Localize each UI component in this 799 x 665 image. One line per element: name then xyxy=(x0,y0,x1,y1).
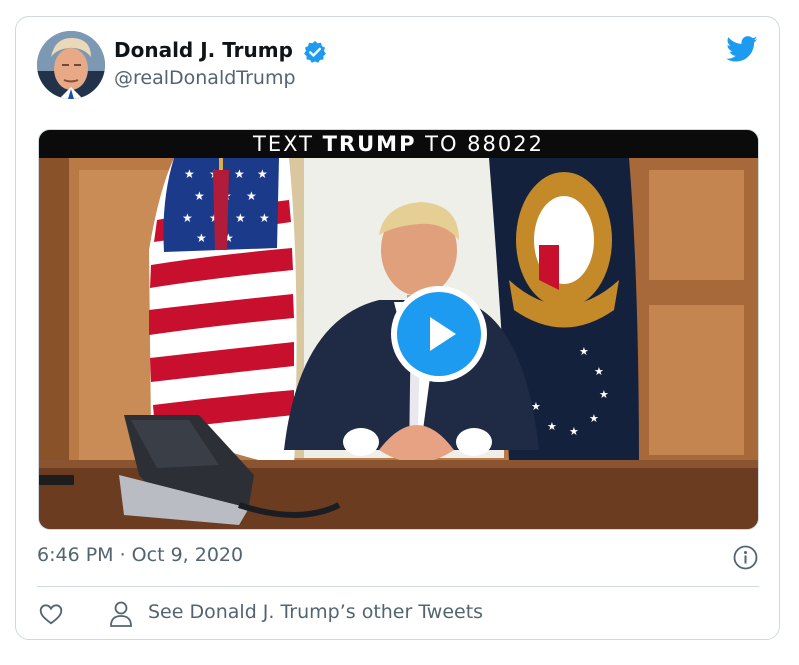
author-handle[interactable]: @realDonaldTrump xyxy=(114,67,296,89)
svg-text:★: ★ xyxy=(589,412,599,425)
verified-badge-icon xyxy=(303,40,327,64)
person-icon xyxy=(108,600,134,628)
svg-text:★: ★ xyxy=(259,211,270,225)
play-button[interactable] xyxy=(391,286,487,382)
banner-suffix: TO 88022 xyxy=(416,132,544,156)
svg-text:★: ★ xyxy=(257,167,268,181)
author-name[interactable]: Donald J. Trump xyxy=(114,38,293,62)
svg-text:★: ★ xyxy=(594,365,604,378)
video-player[interactable]: ★★★★ ★★★ ★★★★ ★★ ★★★ ★★★ ★ xyxy=(38,129,759,530)
svg-text:★: ★ xyxy=(182,211,193,225)
svg-text:★: ★ xyxy=(246,189,257,203)
svg-text:★: ★ xyxy=(234,167,245,181)
play-icon[interactable] xyxy=(397,292,481,376)
svg-text:★: ★ xyxy=(194,189,205,203)
tweet-timestamp[interactable]: 6:46 PM · Oct 9, 2020 xyxy=(37,544,243,566)
divider xyxy=(37,586,759,587)
svg-text:★: ★ xyxy=(579,345,589,358)
svg-text:★: ★ xyxy=(599,388,609,401)
banner-prefix: TEXT xyxy=(253,132,323,156)
svg-text:★: ★ xyxy=(184,167,195,181)
like-button[interactable] xyxy=(38,601,64,627)
svg-text:★: ★ xyxy=(196,231,207,245)
twitter-bird-icon[interactable] xyxy=(726,33,758,65)
svg-text:★: ★ xyxy=(547,420,557,433)
banner-emphasis: TRUMP xyxy=(322,132,417,156)
info-icon[interactable] xyxy=(733,545,758,570)
see-other-tweets-link[interactable]: See Donald J. Trump’s other Tweets xyxy=(148,601,483,623)
author-avatar[interactable] xyxy=(37,31,105,99)
svg-text:★: ★ xyxy=(235,211,246,225)
svg-text:★: ★ xyxy=(569,425,579,438)
heart-icon[interactable] xyxy=(38,601,64,627)
video-banner: TEXT TRUMP TO 88022 xyxy=(39,130,758,158)
